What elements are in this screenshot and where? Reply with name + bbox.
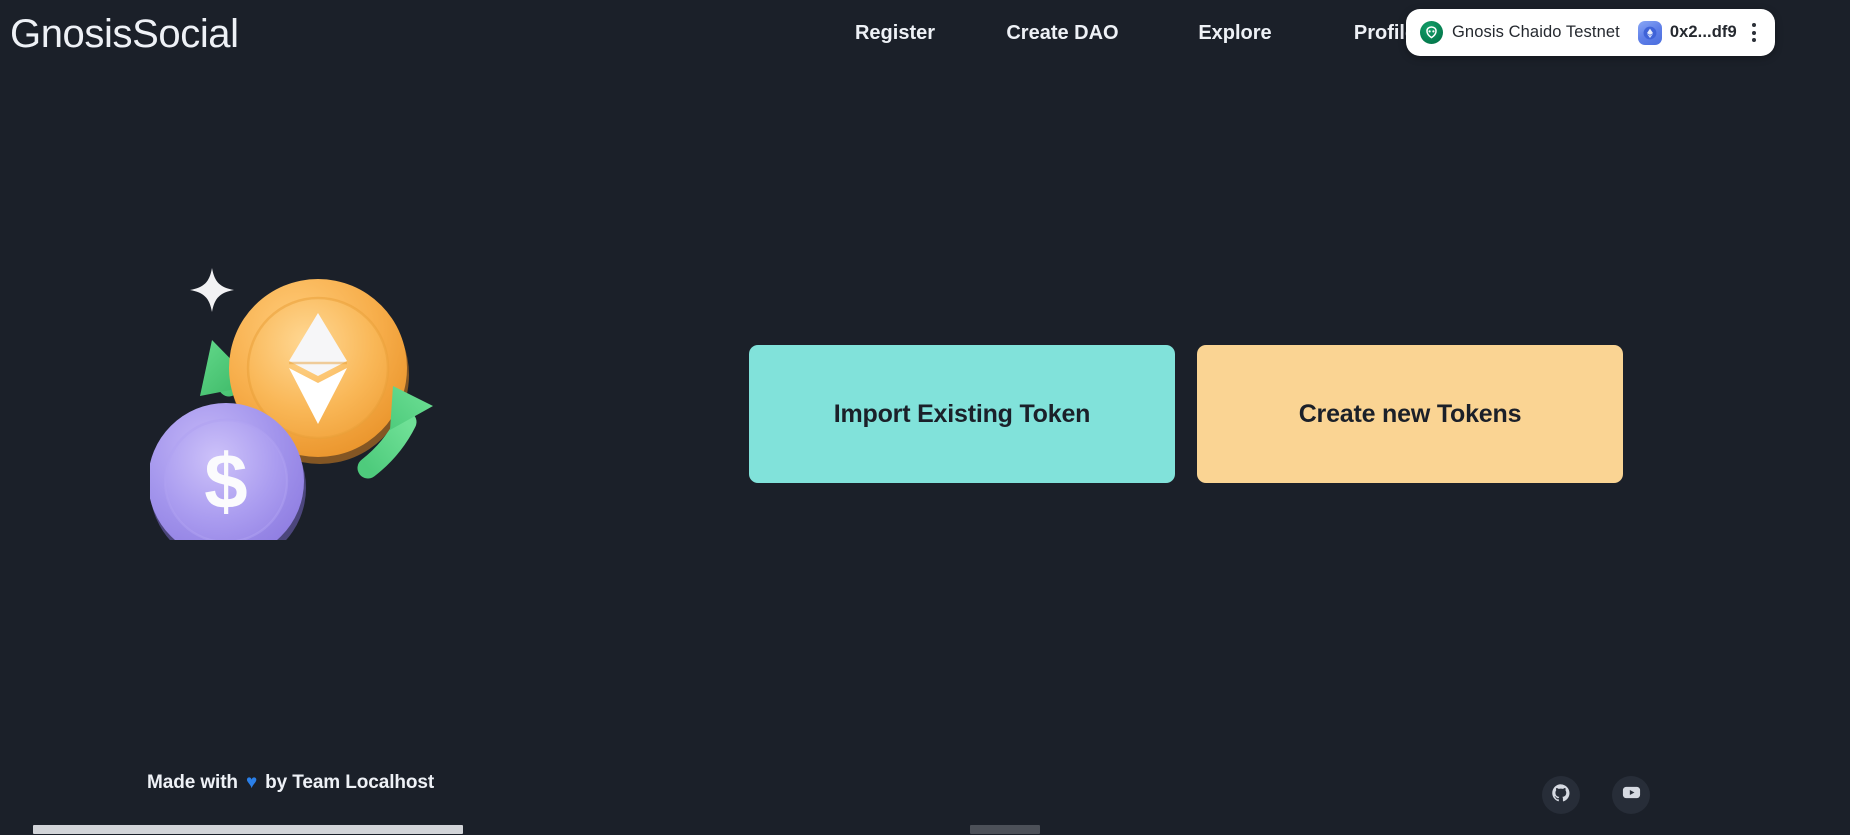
heart-icon: ♥ — [245, 771, 258, 793]
svg-text:$: $ — [204, 437, 247, 525]
gnosis-owl-icon — [1420, 21, 1443, 44]
chain-selector-button[interactable]: Gnosis Chaido Testnet — [1420, 15, 1632, 51]
brand-logo[interactable]: GnosisSocial — [10, 14, 239, 54]
token-action-buttons: Import Existing Token Create new Tokens — [749, 345, 1623, 483]
horizontal-scrollbar[interactable] — [0, 823, 1850, 835]
nav-item-create-dao[interactable]: Create DAO — [970, 22, 1155, 45]
white-sparkle — [190, 268, 234, 312]
social-links — [1542, 776, 1650, 814]
github-link[interactable] — [1542, 776, 1580, 814]
scrollbar-thumb[interactable] — [33, 825, 463, 834]
account-address-label: 0x2...df9 — [1669, 23, 1737, 41]
nav-item-explore[interactable]: Explore — [1155, 22, 1315, 45]
youtube-icon — [1621, 782, 1642, 808]
token-swap-3d-illustration: $ — [150, 200, 490, 540]
youtube-link[interactable] — [1612, 776, 1650, 814]
main-navigation: Register Create DAO Explore Profile — [820, 22, 1455, 45]
scrollbar-secondary-segment[interactable] — [970, 825, 1040, 834]
made-with-prefix: Made with — [147, 772, 238, 793]
top-header: GnosisSocial Register Create DAO Explore… — [0, 0, 1850, 72]
wallet-widget: Gnosis Chaido Testnet 0x2...df9 — [1406, 9, 1775, 56]
made-with-suffix: by Team Localhost — [265, 772, 435, 793]
chain-name-label: Gnosis Chaido Testnet — [1452, 23, 1620, 41]
made-with-credit: Made with ♥ by Team Localhost — [147, 772, 434, 794]
kebab-menu-icon[interactable] — [1741, 15, 1767, 51]
create-new-tokens-button[interactable]: Create new Tokens — [1197, 345, 1623, 483]
ethereum-token-icon — [1637, 20, 1662, 45]
import-existing-token-button[interactable]: Import Existing Token — [749, 345, 1175, 483]
nav-item-register[interactable]: Register — [820, 22, 970, 45]
github-icon — [1551, 783, 1571, 808]
account-button[interactable]: 0x2...df9 — [1632, 15, 1741, 51]
